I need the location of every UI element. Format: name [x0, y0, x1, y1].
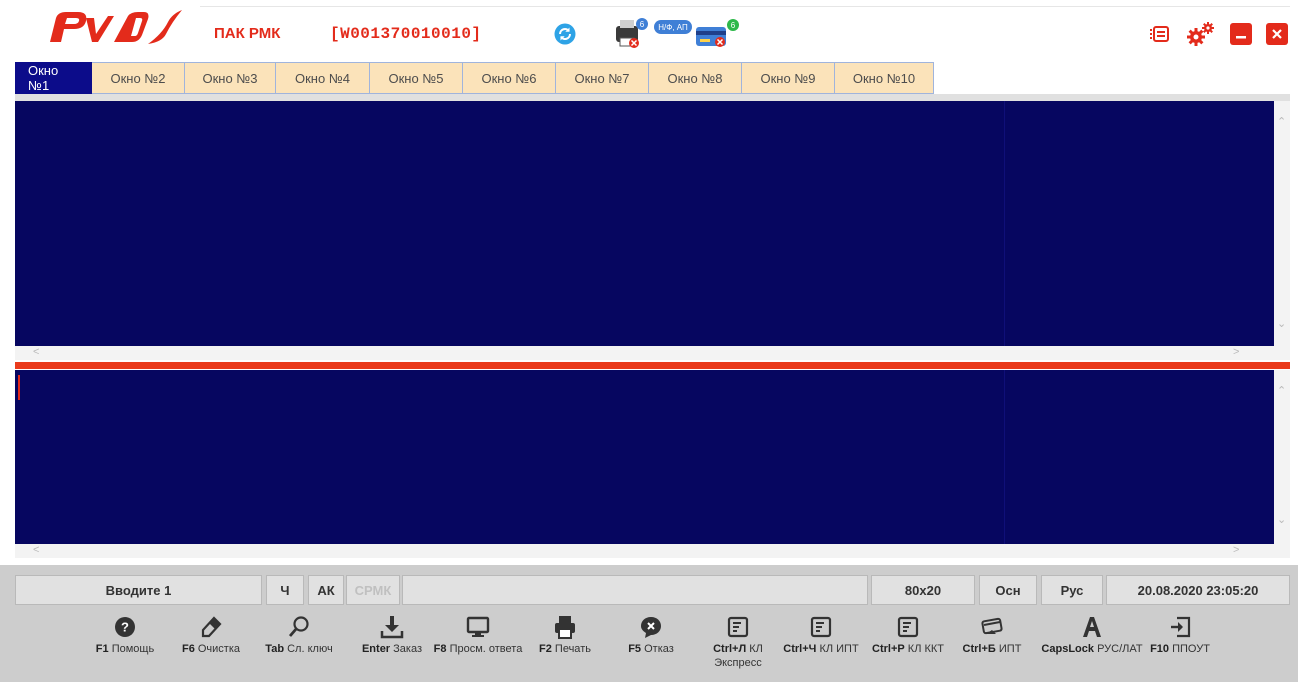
- input-horizontal-scrollbar[interactable]: < >: [15, 544, 1290, 558]
- letter-a-icon: [1078, 613, 1106, 641]
- ctrl-b-ipt-button[interactable]: Ctrl+Б ИПТ: [947, 613, 1037, 656]
- download-icon: [378, 613, 406, 641]
- output-horizontal-scrollbar[interactable]: < >: [15, 346, 1290, 360]
- language-indicator: Рус: [1041, 575, 1103, 605]
- f8-view-response-button[interactable]: F8 Просм. ответа: [433, 613, 523, 656]
- window-tabs: Окно №1 Окно №2 Окно №3 Окно №4 Окно №5 …: [15, 62, 934, 94]
- output-vertical-scrollbar[interactable]: ⌃ ⌄: [1274, 101, 1290, 346]
- osn-indicator: Осн: [979, 575, 1037, 605]
- ctrl-ch-ipt-log-button[interactable]: Ctrl+Ч КЛ ИПТ: [776, 613, 866, 656]
- scroll-down-icon[interactable]: ⌄: [1277, 319, 1286, 330]
- scroll-down-icon[interactable]: ⌄: [1277, 515, 1286, 526]
- help-icon: ?: [111, 613, 139, 641]
- svg-text:6: 6: [640, 20, 645, 29]
- mode-crmk-indicator: СРМК: [346, 575, 400, 605]
- tab-window-8[interactable]: Окно №8: [649, 62, 742, 94]
- terminal-input-screen[interactable]: [15, 370, 1274, 544]
- mode-ch-indicator: Ч: [266, 575, 304, 605]
- f1-help-button[interactable]: ? F1 Помощь: [80, 613, 170, 656]
- login-icon: [1166, 613, 1194, 641]
- refresh-icon[interactable]: [554, 23, 576, 45]
- f10-ppout-button[interactable]: F10 ППОУТ: [1135, 613, 1225, 656]
- scroll-left-icon[interactable]: <: [33, 347, 39, 358]
- rzd-logo: [50, 10, 182, 44]
- terminal-id: [W001370010010]: [330, 25, 482, 43]
- app-header: ПАК РМК [W001370010010] 6 Н/Ф, АП 6: [0, 0, 1298, 58]
- tab-window-4[interactable]: Окно №4: [276, 62, 370, 94]
- pane-splitter[interactable]: [15, 362, 1290, 369]
- tab-window-2[interactable]: Окно №2: [92, 62, 185, 94]
- search-icon: [285, 613, 313, 641]
- ctrl-r-kkt-log-button[interactable]: Ctrl+Р КЛ ККТ: [863, 613, 953, 656]
- ctrl-l-express-log-button[interactable]: Ctrl+Л КЛ Экспресс: [693, 613, 783, 670]
- status-message: [402, 575, 868, 605]
- tab-window-6[interactable]: Окно №6: [463, 62, 556, 94]
- keyboard-layout-icon[interactable]: [1148, 22, 1172, 46]
- monitor-icon: [464, 613, 492, 641]
- tab-window-1[interactable]: Окно №1: [15, 62, 92, 94]
- document-icon: [807, 613, 835, 641]
- card-icon: [978, 613, 1006, 641]
- prompt-status: Вводите 1: [15, 575, 262, 605]
- f2-print-button[interactable]: F2 Печать: [520, 613, 610, 656]
- document-icon: [894, 613, 922, 641]
- f6-clear-button[interactable]: F6 Очистка: [166, 613, 256, 656]
- tab-window-5[interactable]: Окно №5: [370, 62, 463, 94]
- tab-window-9[interactable]: Окно №9: [742, 62, 835, 94]
- function-key-bar: ? F1 Помощь F6 Очистка Tab Сл. ключ Ente…: [0, 613, 1298, 679]
- scroll-right-icon[interactable]: >: [1233, 347, 1239, 358]
- terminal-output-screen[interactable]: [15, 101, 1274, 346]
- text-cursor: [18, 375, 20, 400]
- screen-size-indicator: 80x20: [871, 575, 975, 605]
- svg-text:?: ?: [121, 620, 129, 635]
- eraser-icon: [197, 613, 225, 641]
- scroll-right-icon[interactable]: >: [1233, 545, 1239, 556]
- payment-terminal-status-icon[interactable]: Н/Ф, АП 6: [650, 18, 742, 50]
- tab-window-10[interactable]: Окно №10: [835, 62, 934, 94]
- tab-window-7[interactable]: Окно №7: [556, 62, 649, 94]
- tab-next-key-button[interactable]: Tab Сл. ключ: [254, 613, 344, 656]
- app-title: ПАК РМК: [214, 25, 281, 42]
- scroll-left-icon[interactable]: <: [33, 545, 39, 556]
- close-icon: [1272, 29, 1282, 39]
- enter-order-button[interactable]: Enter Заказ: [347, 613, 437, 656]
- document-icon: [724, 613, 752, 641]
- minimize-button[interactable]: [1230, 23, 1252, 45]
- svg-text:Н/Ф, АП: Н/Ф, АП: [658, 23, 688, 32]
- close-button[interactable]: [1266, 23, 1288, 45]
- terminal-output-pane: ⌃ ⌄ < >: [15, 101, 1290, 360]
- capslock-language-button[interactable]: CapsLock РУС/ЛАТ: [1040, 613, 1144, 656]
- settings-gear-icon[interactable]: [1186, 21, 1216, 47]
- fiscal-printer-status-icon[interactable]: 6: [612, 18, 652, 50]
- svg-text:6: 6: [731, 21, 736, 30]
- status-bar: Вводите 1 Ч АК СРМК 80x20 Осн Рус 20.08.…: [0, 565, 1298, 682]
- tab-separator: [15, 94, 1290, 101]
- scroll-up-icon[interactable]: ⌃: [1277, 117, 1286, 128]
- reject-icon: [637, 613, 665, 641]
- terminal-input-pane: ⌃ ⌄ < >: [15, 370, 1290, 560]
- f5-reject-button[interactable]: F5 Отказ: [606, 613, 696, 656]
- tab-window-3[interactable]: Окно №3: [185, 62, 276, 94]
- minimize-icon: [1236, 36, 1246, 39]
- printer-icon: [551, 613, 579, 641]
- mode-ak-indicator: АК: [308, 575, 344, 605]
- input-vertical-scrollbar[interactable]: ⌃ ⌄: [1274, 370, 1290, 544]
- datetime-display: 20.08.2020 23:05:20: [1106, 575, 1290, 605]
- scroll-up-icon[interactable]: ⌃: [1277, 386, 1286, 397]
